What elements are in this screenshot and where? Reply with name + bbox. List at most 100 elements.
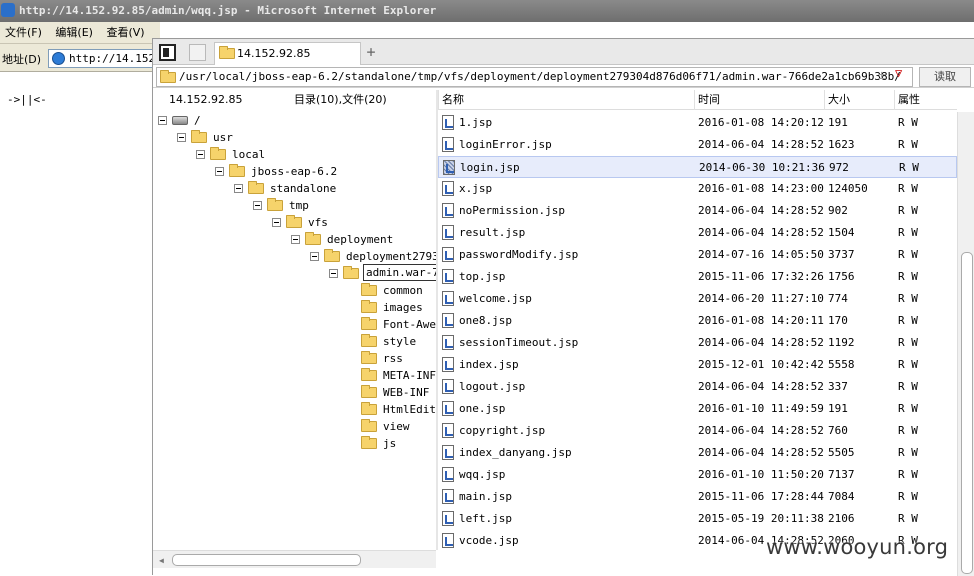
file-row[interactable]: main.jsp 2015-11-06 17:28:44 7084 R W xyxy=(438,486,957,508)
file-row[interactable]: 1.jsp 2016-01-08 14:20:12 191 R W xyxy=(438,112,957,134)
file-icon xyxy=(442,467,454,482)
expand-minus-icon[interactable] xyxy=(215,167,224,176)
file-name: welcome.jsp xyxy=(459,292,532,305)
expand-minus-icon[interactable] xyxy=(272,218,281,227)
file-row[interactable]: welcome.jsp 2014-06-20 11:27:10 774 R W xyxy=(438,288,957,310)
folder-icon xyxy=(267,198,283,211)
folder-icon xyxy=(229,164,245,177)
file-icon xyxy=(442,423,454,438)
file-icon xyxy=(442,401,454,416)
tree-host-label: 14.152.92.85 xyxy=(169,93,243,106)
file-row[interactable]: top.jsp 2015-11-06 17:32:26 1756 R W xyxy=(438,266,957,288)
file-name: copyright.jsp xyxy=(459,424,546,437)
path-input[interactable]: /usr/local/jboss-eap-6.2/standalone/tmp/… xyxy=(156,67,913,87)
directory-tree: / usr local jboss-eap-6.2 standalone tmp vfs de… xyxy=(153,112,436,550)
file-row[interactable]: x.jsp 2016-01-08 14:23:00 124050 R W xyxy=(438,178,957,200)
tree-node-label: deployment279304d876d06f71 xyxy=(346,250,436,263)
col-size[interactable]: 大小 xyxy=(824,90,850,110)
file-row[interactable]: left.jsp 2015-05-19 20:11:38 2106 R W xyxy=(438,508,957,530)
expand-minus-icon[interactable] xyxy=(158,116,167,125)
layout-toggle-icon[interactable] xyxy=(159,44,176,61)
file-row[interactable]: copyright.jsp 2014-06-04 14:28:52 760 R W xyxy=(438,420,957,442)
col-attr[interactable]: 属性 xyxy=(894,90,920,110)
file-name: login.jsp xyxy=(460,161,520,174)
expand-minus-icon[interactable] xyxy=(253,201,262,210)
file-row[interactable]: index.jsp 2015-12-01 10:42:42 5558 R W xyxy=(438,354,957,376)
scroll-left-icon[interactable]: ◀ xyxy=(159,556,164,565)
file-row[interactable]: passwordModify.jsp 2014-07-16 14:05:50 373… xyxy=(438,244,957,266)
file-row[interactable]: index_danyang.jsp 2014-06-04 14:28:52 5505… xyxy=(438,442,957,464)
tree-horizontal-scrollbar[interactable]: ◀ xyxy=(153,550,436,568)
file-row[interactable]: logout.jsp 2014-06-04 14:28:52 337 R W xyxy=(438,376,957,398)
file-size: 337 xyxy=(828,380,848,393)
file-size: 5558 xyxy=(828,358,855,371)
file-row[interactable]: result.jsp 2014-06-04 14:28:52 1504 R W xyxy=(438,222,957,244)
file-list-header: 名称 时间 大小 属性 xyxy=(438,90,957,110)
file-icon xyxy=(442,247,454,262)
path-bookmark-icon[interactable]: ± xyxy=(878,68,885,82)
file-row[interactable]: login.jsp 2014-06-30 10:21:36 972 R W xyxy=(438,156,957,178)
expand-minus-icon[interactable] xyxy=(234,184,243,193)
expand-minus-icon[interactable] xyxy=(329,269,338,278)
file-row[interactable]: loginError.jsp 2014-06-04 14:28:52 1623 R W xyxy=(438,134,957,156)
tab-host[interactable]: 14.152.92.85 xyxy=(214,42,361,65)
file-icon xyxy=(442,203,454,218)
file-name: wqq.jsp xyxy=(459,468,506,481)
folder-icon xyxy=(343,266,359,279)
file-time: 2014-06-20 11:27:10 xyxy=(698,292,824,305)
menu-file[interactable]: 文件(F) xyxy=(5,26,42,39)
file-name: result.jsp xyxy=(459,226,526,239)
expand-minus-icon[interactable] xyxy=(310,252,319,261)
file-name: top.jsp xyxy=(459,270,506,283)
tab-label: 14.152.92.85 xyxy=(237,47,311,60)
file-time: 2014-06-04 14:28:52 xyxy=(698,138,824,151)
folder-icon xyxy=(361,300,377,313)
file-attr: R W xyxy=(898,512,918,525)
tree-node-label: / xyxy=(194,114,201,127)
file-attr: R W xyxy=(898,468,918,481)
file-attr: R W xyxy=(899,161,919,174)
tree-count-label: 目录(10),文件(20) xyxy=(294,93,387,106)
tree-node-label: tmp xyxy=(289,199,309,212)
file-time: 2014-06-30 10:21:36 xyxy=(699,161,825,174)
expand-minus-icon[interactable] xyxy=(177,133,186,142)
file-list-vertical-scrollbar[interactable] xyxy=(957,112,974,576)
menu-view[interactable]: 查看(V) xyxy=(106,26,144,39)
expand-minus-icon[interactable] xyxy=(291,235,300,244)
scroll-thumb[interactable] xyxy=(961,252,973,574)
file-row[interactable]: wqq.jsp 2016-01-10 11:50:20 7137 R W xyxy=(438,464,957,486)
file-row[interactable]: one8.jsp 2016-01-08 14:20:11 170 R W xyxy=(438,310,957,332)
file-size: 170 xyxy=(828,314,848,327)
folder-icon xyxy=(361,351,377,364)
read-button[interactable]: 读取 xyxy=(919,67,971,87)
folder-icon xyxy=(361,419,377,432)
file-attr: R W xyxy=(898,204,918,217)
col-name[interactable]: 名称 xyxy=(438,90,464,110)
file-time: 2014-06-04 14:28:52 xyxy=(698,204,824,217)
folder-icon xyxy=(210,147,226,160)
blank-tab-icon[interactable] xyxy=(189,44,206,61)
file-row[interactable]: sessionTimeout.jsp 2014-06-04 14:28:52 119… xyxy=(438,332,957,354)
col-time[interactable]: 时间 xyxy=(694,90,720,110)
add-tab-button[interactable]: + xyxy=(363,43,379,61)
path-dropdown-icon[interactable]: ▽ xyxy=(895,66,902,80)
tree-node-label: deployment xyxy=(327,233,394,246)
address-input[interactable]: http://14.152.92.85/admin/wqq.jsp xyxy=(48,49,160,68)
file-size: 972 xyxy=(829,161,849,174)
file-icon xyxy=(443,160,455,175)
file-list-pane: 名称 时间 大小 属性 1.jsp 2016-01-08 14:20:12 191 R… xyxy=(438,90,974,576)
menu-edit[interactable]: 编辑(E) xyxy=(55,26,93,39)
folder-icon xyxy=(361,334,377,347)
ie-menu-bar: 文件(F) 编辑(E) 查看(V) xyxy=(0,22,160,44)
file-attr: R W xyxy=(898,182,918,195)
page-globe-icon xyxy=(52,52,65,65)
file-icon xyxy=(442,313,454,328)
expand-minus-icon[interactable] xyxy=(196,150,205,159)
tree-node-label: rss xyxy=(383,352,403,365)
file-time: 2014-07-16 14:05:50 xyxy=(698,248,824,261)
file-attr: R W xyxy=(898,270,918,283)
file-attr: R W xyxy=(898,490,918,503)
file-row[interactable]: one.jsp 2016-01-10 11:49:59 191 R W xyxy=(438,398,957,420)
scroll-thumb[interactable] xyxy=(172,554,361,566)
file-row[interactable]: noPermission.jsp 2014-06-04 14:28:52 902 R … xyxy=(438,200,957,222)
